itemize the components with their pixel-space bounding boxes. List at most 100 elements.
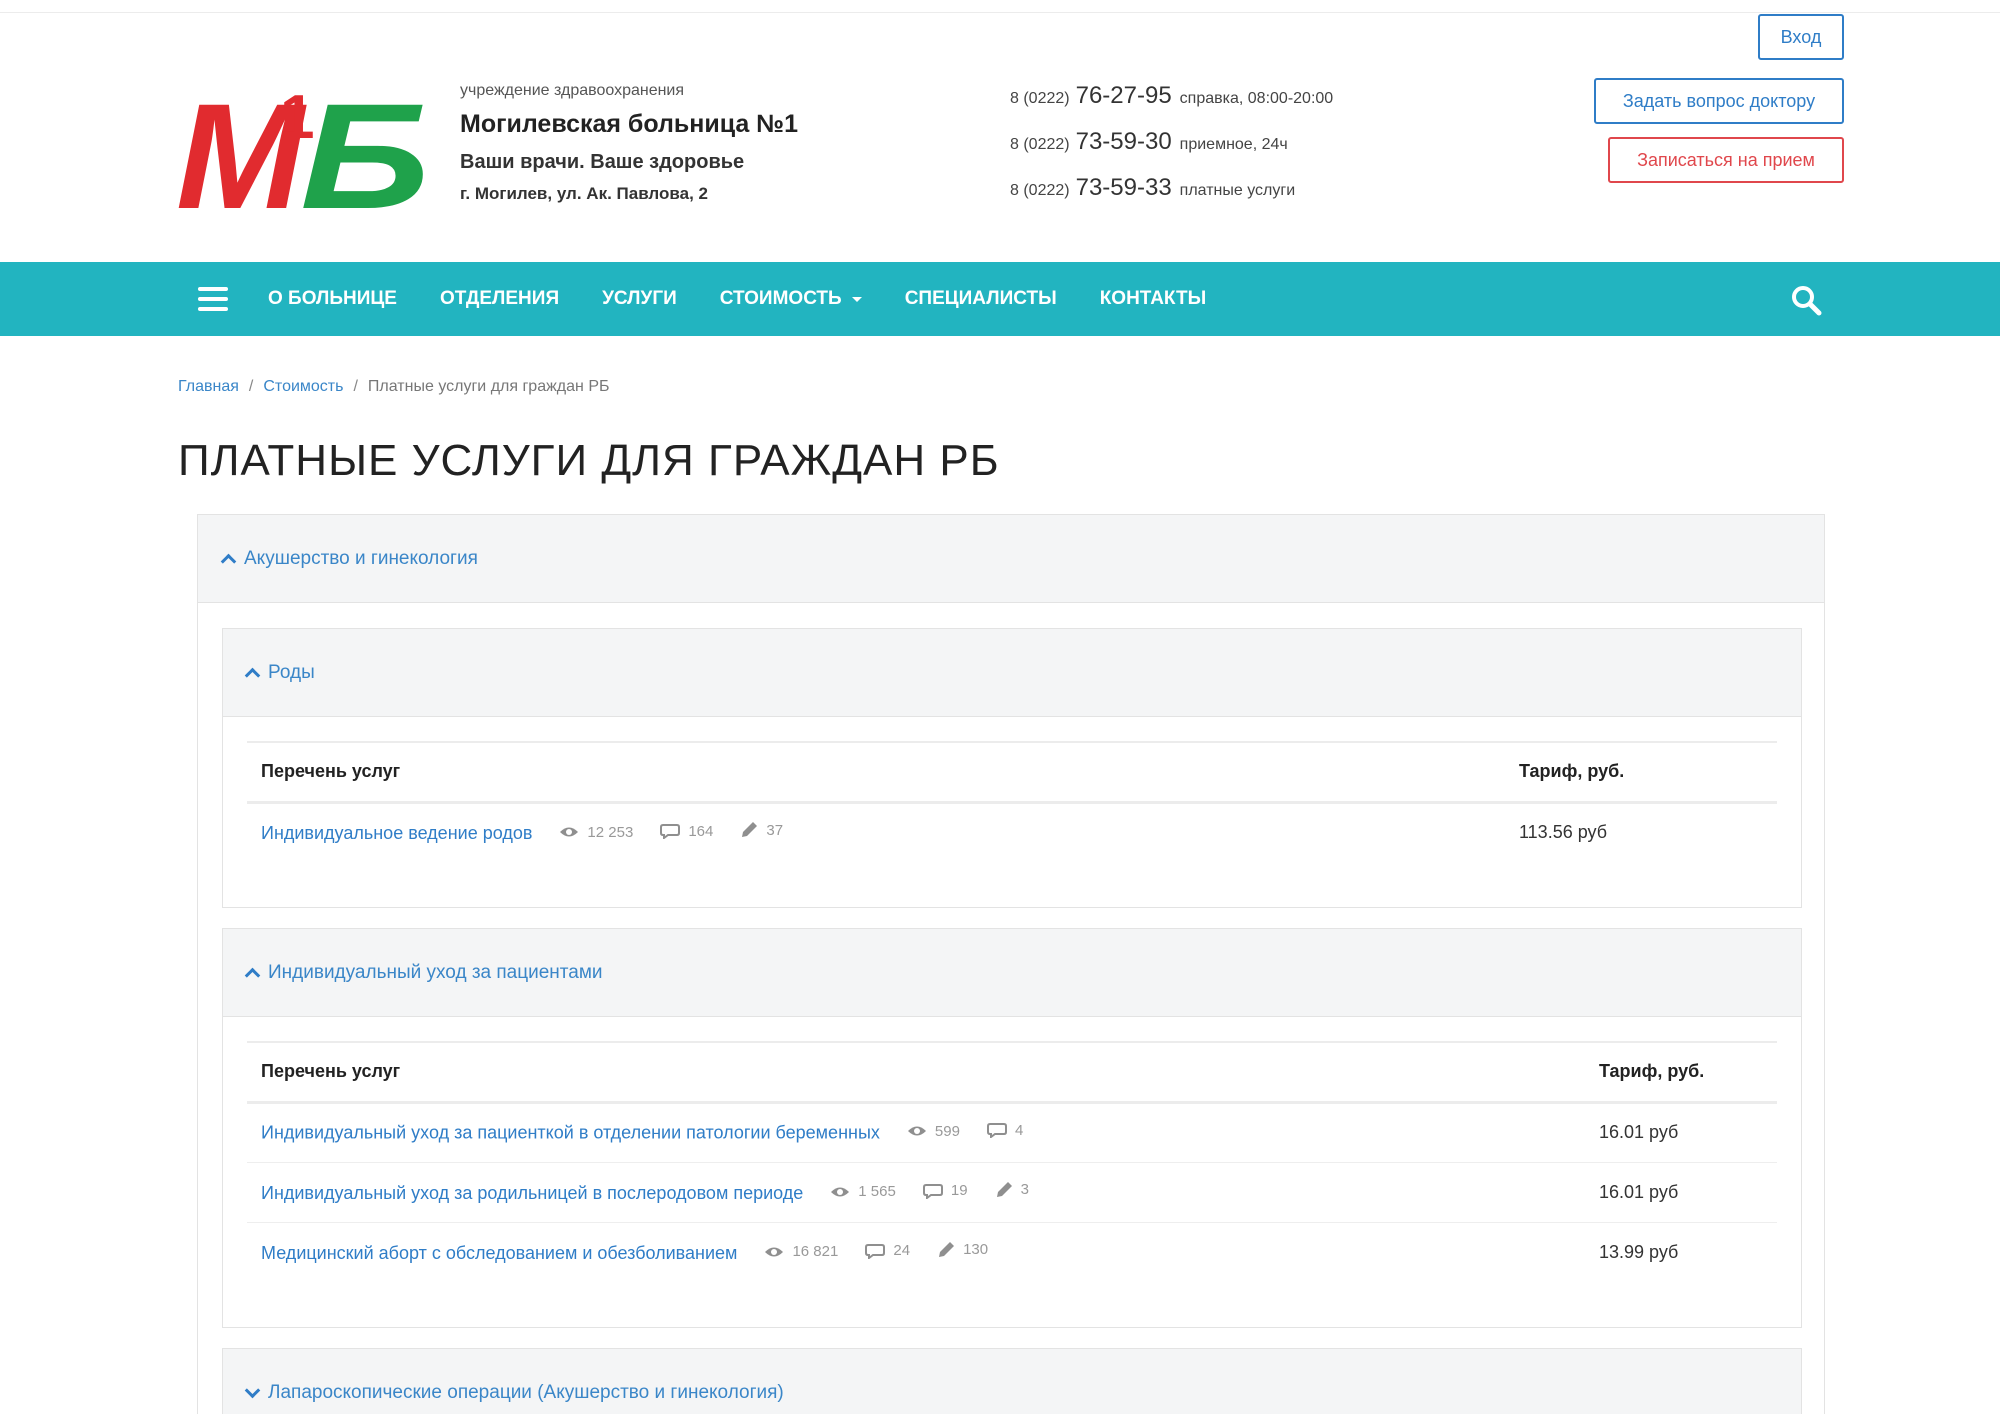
breadcrumb-prices[interactable]: Стоимость — [263, 378, 343, 396]
org-address: г. Могилев, ул. Ак. Павлова, 2 — [460, 184, 708, 203]
edits-count: 3 — [995, 1181, 1029, 1199]
org-slogan: Ваши врачи. Ваше здоровье — [460, 151, 745, 173]
service-link[interactable]: Индивидуальный уход за родильницей в пос… — [261, 1183, 803, 1203]
login-button[interactable]: Вход — [1758, 14, 1844, 60]
breadcrumb-separator: / — [248, 378, 254, 395]
section-header[interactable]: Роды — [223, 629, 1801, 717]
book-appointment-button[interactable]: Записаться на прием — [1608, 137, 1844, 183]
breadcrumb: Главная / Стоимость / Платные услуги для… — [178, 378, 610, 396]
column-header-service: Перечень услуг — [247, 741, 1505, 804]
comment-icon — [986, 1123, 1007, 1139]
hospital-logo[interactable]: М 1 Б — [176, 80, 432, 220]
breadcrumb-home[interactable]: Главная — [178, 378, 239, 396]
eye-icon — [831, 1187, 850, 1196]
table-row: Индивидуальный уход за родильницей в пос… — [247, 1162, 1777, 1223]
category-title: Акушерство и гинекология — [244, 547, 478, 569]
org-name: Могилевская больница №1 — [460, 110, 799, 138]
pencil-icon — [996, 1181, 1012, 1197]
views-count: 12 253 — [559, 824, 633, 841]
phone-desc: справка, 08:00-20:00 — [1179, 90, 1334, 107]
section-panel: Лапароскопические операции (Акушерство и… — [222, 1348, 1802, 1414]
caret-down-icon — [851, 296, 862, 302]
services-table: Перечень услуг Тариф, руб. Индивидуально… — [247, 741, 1777, 862]
phone-code: 8 (0222) — [1010, 90, 1070, 107]
price-value: 16.01 руб — [1599, 1122, 1679, 1142]
eye-icon — [907, 1126, 926, 1136]
search-icon[interactable] — [1790, 284, 1822, 316]
views-count: 1 565 — [830, 1183, 896, 1200]
phone-list: 8 (0222) 76-27-95 справка, 08:00-20:00 8… — [1010, 82, 1333, 220]
nav-item-prices[interactable]: СТОИМОСТЬ — [720, 288, 862, 310]
org-info: учреждение здравоохранения Могилевская б… — [460, 82, 798, 204]
services-table: Перечень услуг Тариф, руб. Индивидуальны… — [247, 1041, 1777, 1282]
table-header-row: Перечень услуг Тариф, руб. — [247, 1041, 1777, 1104]
nav-item-departments[interactable]: ОТДЕЛЕНИЯ — [440, 288, 559, 310]
phone-number[interactable]: 76-27-95 — [1076, 82, 1172, 110]
service-link[interactable]: Медицинский аборт с обследованием и обез… — [261, 1243, 737, 1263]
eye-icon — [765, 1247, 784, 1257]
views-value: 16 821 — [792, 1243, 839, 1261]
edits-count: 37 — [740, 821, 783, 839]
breadcrumb-separator: / — [353, 378, 358, 395]
phone-number[interactable]: 73-59-33 — [1076, 174, 1172, 202]
menu-icon[interactable] — [198, 287, 228, 311]
comments-count: 24 — [865, 1242, 910, 1259]
phone-code: 8 (0222) — [1010, 136, 1070, 153]
phone-desc: платные услуги — [1179, 182, 1296, 199]
category-header[interactable]: Акушерство и гинекология — [198, 515, 1824, 603]
nav-item-label: СТОИМОСТЬ — [719, 288, 842, 309]
comments-value: 164 — [688, 822, 714, 840]
comments-count: 4 — [986, 1121, 1024, 1139]
section-panel: Индивидуальный уход за пациентами Перече… — [222, 928, 1802, 1328]
table-row: Индивидуальное ведение родов 12 253 164 … — [247, 802, 1777, 862]
section-panel: Роды Перечень услуг Тариф, руб. Индивиду… — [222, 628, 1802, 908]
section-title: Лапароскопические операции (Акушерство и… — [268, 1382, 784, 1403]
column-header-service: Перечень услуг — [247, 1041, 1585, 1104]
comments-value: 4 — [1014, 1121, 1024, 1139]
service-link[interactable]: Индивидуальное ведение родов — [261, 823, 532, 843]
phone-row: 8 (0222) 73-59-30 приемное, 24ч — [1010, 128, 1333, 174]
edits-value: 3 — [1020, 1181, 1029, 1198]
views-value: 599 — [934, 1122, 960, 1140]
nav-item-services[interactable]: УСЛУГИ — [602, 288, 677, 310]
pencil-icon — [742, 822, 758, 838]
section-header[interactable]: Индивидуальный уход за пациентами — [223, 929, 1801, 1017]
table-row: Медицинский аборт с обследованием и обез… — [247, 1222, 1777, 1282]
comments-count: 19 — [922, 1182, 968, 1199]
price-value: 16.01 руб — [1599, 1181, 1679, 1202]
phone-row: 8 (0222) 76-27-95 справка, 08:00-20:00 — [1010, 82, 1333, 128]
chevron-up-icon — [244, 967, 261, 984]
nav-item-specialists[interactable]: СПЕЦИАЛИСТЫ — [905, 288, 1057, 310]
table-row: Индивидуальный уход за пациенткой в отде… — [247, 1102, 1777, 1163]
svg-text:Б: Б — [300, 80, 430, 220]
views-value: 12 253 — [587, 823, 634, 841]
comment-icon — [660, 824, 681, 840]
eye-icon — [560, 827, 579, 837]
pencil-icon — [939, 1241, 955, 1257]
ask-doctor-button[interactable]: Задать вопрос доктору — [1594, 78, 1844, 124]
edits-value: 37 — [766, 821, 784, 839]
chevron-down-icon — [244, 1382, 261, 1398]
page-title: ПЛАТНЫЕ УСЛУГИ ДЛЯ ГРАЖДАН РБ — [178, 436, 1000, 485]
phone-number[interactable]: 73-59-30 — [1076, 128, 1172, 156]
section-title: Роды — [268, 661, 315, 683]
section-title: Индивидуальный уход за пациентами — [268, 961, 603, 983]
column-header-price: Тариф, руб. — [1585, 1041, 1777, 1104]
category-panel: Акушерство и гинекология Роды Перечень у… — [197, 514, 1825, 1414]
phone-row: 8 (0222) 73-59-33 платные услуги — [1010, 174, 1333, 220]
section-header[interactable]: Лапароскопические операции (Акушерство и… — [223, 1349, 1801, 1414]
service-link[interactable]: Индивидуальный уход за пациенткой в отде… — [261, 1122, 880, 1142]
comment-icon — [865, 1243, 886, 1259]
comments-value: 19 — [950, 1182, 968, 1199]
column-header-price: Тариф, руб. — [1505, 741, 1777, 804]
price-value: 113.56 руб — [1519, 822, 1608, 843]
views-count: 599 — [907, 1123, 960, 1140]
phone-code: 8 (0222) — [1010, 182, 1070, 199]
comments-count: 164 — [660, 823, 713, 840]
price-value: 13.99 руб — [1599, 1241, 1679, 1262]
nav-item-contacts[interactable]: КОНТАКТЫ — [1100, 288, 1207, 310]
nav-item-about[interactable]: О БОЛЬНИЦЕ — [268, 288, 397, 310]
views-value: 1 565 — [858, 1183, 896, 1200]
org-kind: учреждение здравоохранения — [460, 82, 685, 99]
comment-icon — [922, 1183, 943, 1199]
